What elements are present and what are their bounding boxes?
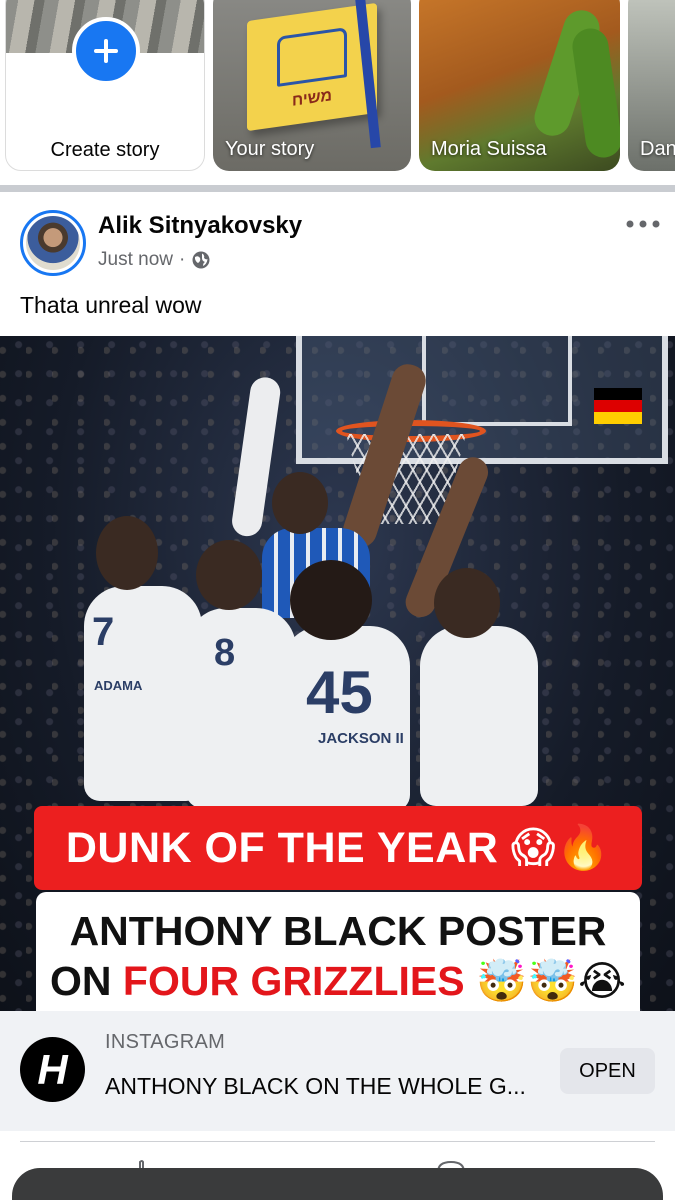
caption-line-2: ON FOUR GRIZZLIES 🤯🤯😭 (36, 956, 640, 1006)
caption-banner-white: ANTHONY BLACK POSTER ON FOUR GRIZZLIES 🤯… (36, 892, 640, 1011)
section-divider (0, 185, 675, 192)
globe-icon (192, 251, 210, 269)
story-label: Moria Suissa (431, 138, 547, 160)
post-media[interactable]: 7 ADAMA 8 45 JACKSON II DUNK OF THE YEAR… (0, 336, 675, 1011)
story-card-dan[interactable]: Dan (628, 0, 675, 171)
plus-icon (94, 39, 118, 63)
flag-text: משיח (291, 87, 333, 110)
create-story-card[interactable]: Create story (5, 0, 205, 171)
caption-line-1: ANTHONY BLACK POSTER (69, 908, 607, 954)
story-label: Your story (225, 138, 315, 160)
caption-headline: DUNK OF THE YEAR 😱🔥 (65, 824, 611, 872)
more-dots-icon (626, 220, 660, 228)
action-bar-divider (20, 1141, 655, 1142)
bottom-sheet[interactable] (12, 1168, 663, 1200)
post-timestamp[interactable]: Just now (98, 249, 173, 271)
stories-tray: Create story משיח Your story Moria Suiss… (0, 0, 675, 185)
backboard-square (422, 336, 572, 426)
caption-banner-red: DUNK OF THE YEAR 😱🔥 (34, 806, 642, 890)
caption-line-2-emoji: 🤯🤯😭 (464, 958, 626, 1004)
crown-icon (277, 27, 347, 87)
caption-line-2-highlight: FOUR GRIZZLIES (122, 958, 465, 1004)
jersey-name: JACKSON II (318, 730, 404, 747)
story-label: Dan (640, 138, 675, 160)
post-meta: Just now · (98, 249, 211, 271)
action-bar (0, 1150, 675, 1172)
defender-45: 45 JACKSON II (282, 626, 410, 811)
post-text: Thata unreal wow (20, 292, 202, 318)
more-options-button[interactable] (622, 210, 664, 238)
player-head (96, 516, 158, 590)
link-title[interactable]: ANTHONY BLACK ON THE WHOLE G... (105, 1073, 526, 1100)
jersey-number: 45 (306, 659, 373, 726)
post-author-name[interactable]: Alik Sitnyakovsky (98, 212, 302, 240)
author-avatar[interactable] (20, 210, 86, 276)
story-card-your-story[interactable]: משיח Your story (213, 0, 411, 171)
source-logo: H (20, 1037, 85, 1102)
player-head (272, 472, 328, 534)
player-head (290, 560, 372, 640)
meta-separator: · (178, 249, 186, 270)
avatar-image (26, 216, 80, 270)
link-source: INSTAGRAM (105, 1031, 226, 1053)
german-flag-icon (594, 388, 642, 424)
caption-line-2-prefix: ON (50, 958, 123, 1004)
open-link-button[interactable]: OPEN (560, 1048, 655, 1094)
create-story-label: Create story (50, 139, 160, 161)
source-logo-letter: H (37, 1045, 68, 1093)
add-story-button[interactable] (72, 17, 140, 85)
player-head (434, 568, 500, 638)
jersey-name: ADAMA (94, 678, 143, 693)
player-head (196, 540, 262, 610)
jersey-number: 7 (92, 610, 115, 654)
defender-7: 7 ADAMA (84, 586, 202, 801)
defender-right (420, 626, 538, 806)
defender-8: 8 (186, 608, 296, 808)
story-card-moria-suissa[interactable]: Moria Suissa (419, 0, 620, 171)
jersey-number: 8 (214, 632, 236, 674)
